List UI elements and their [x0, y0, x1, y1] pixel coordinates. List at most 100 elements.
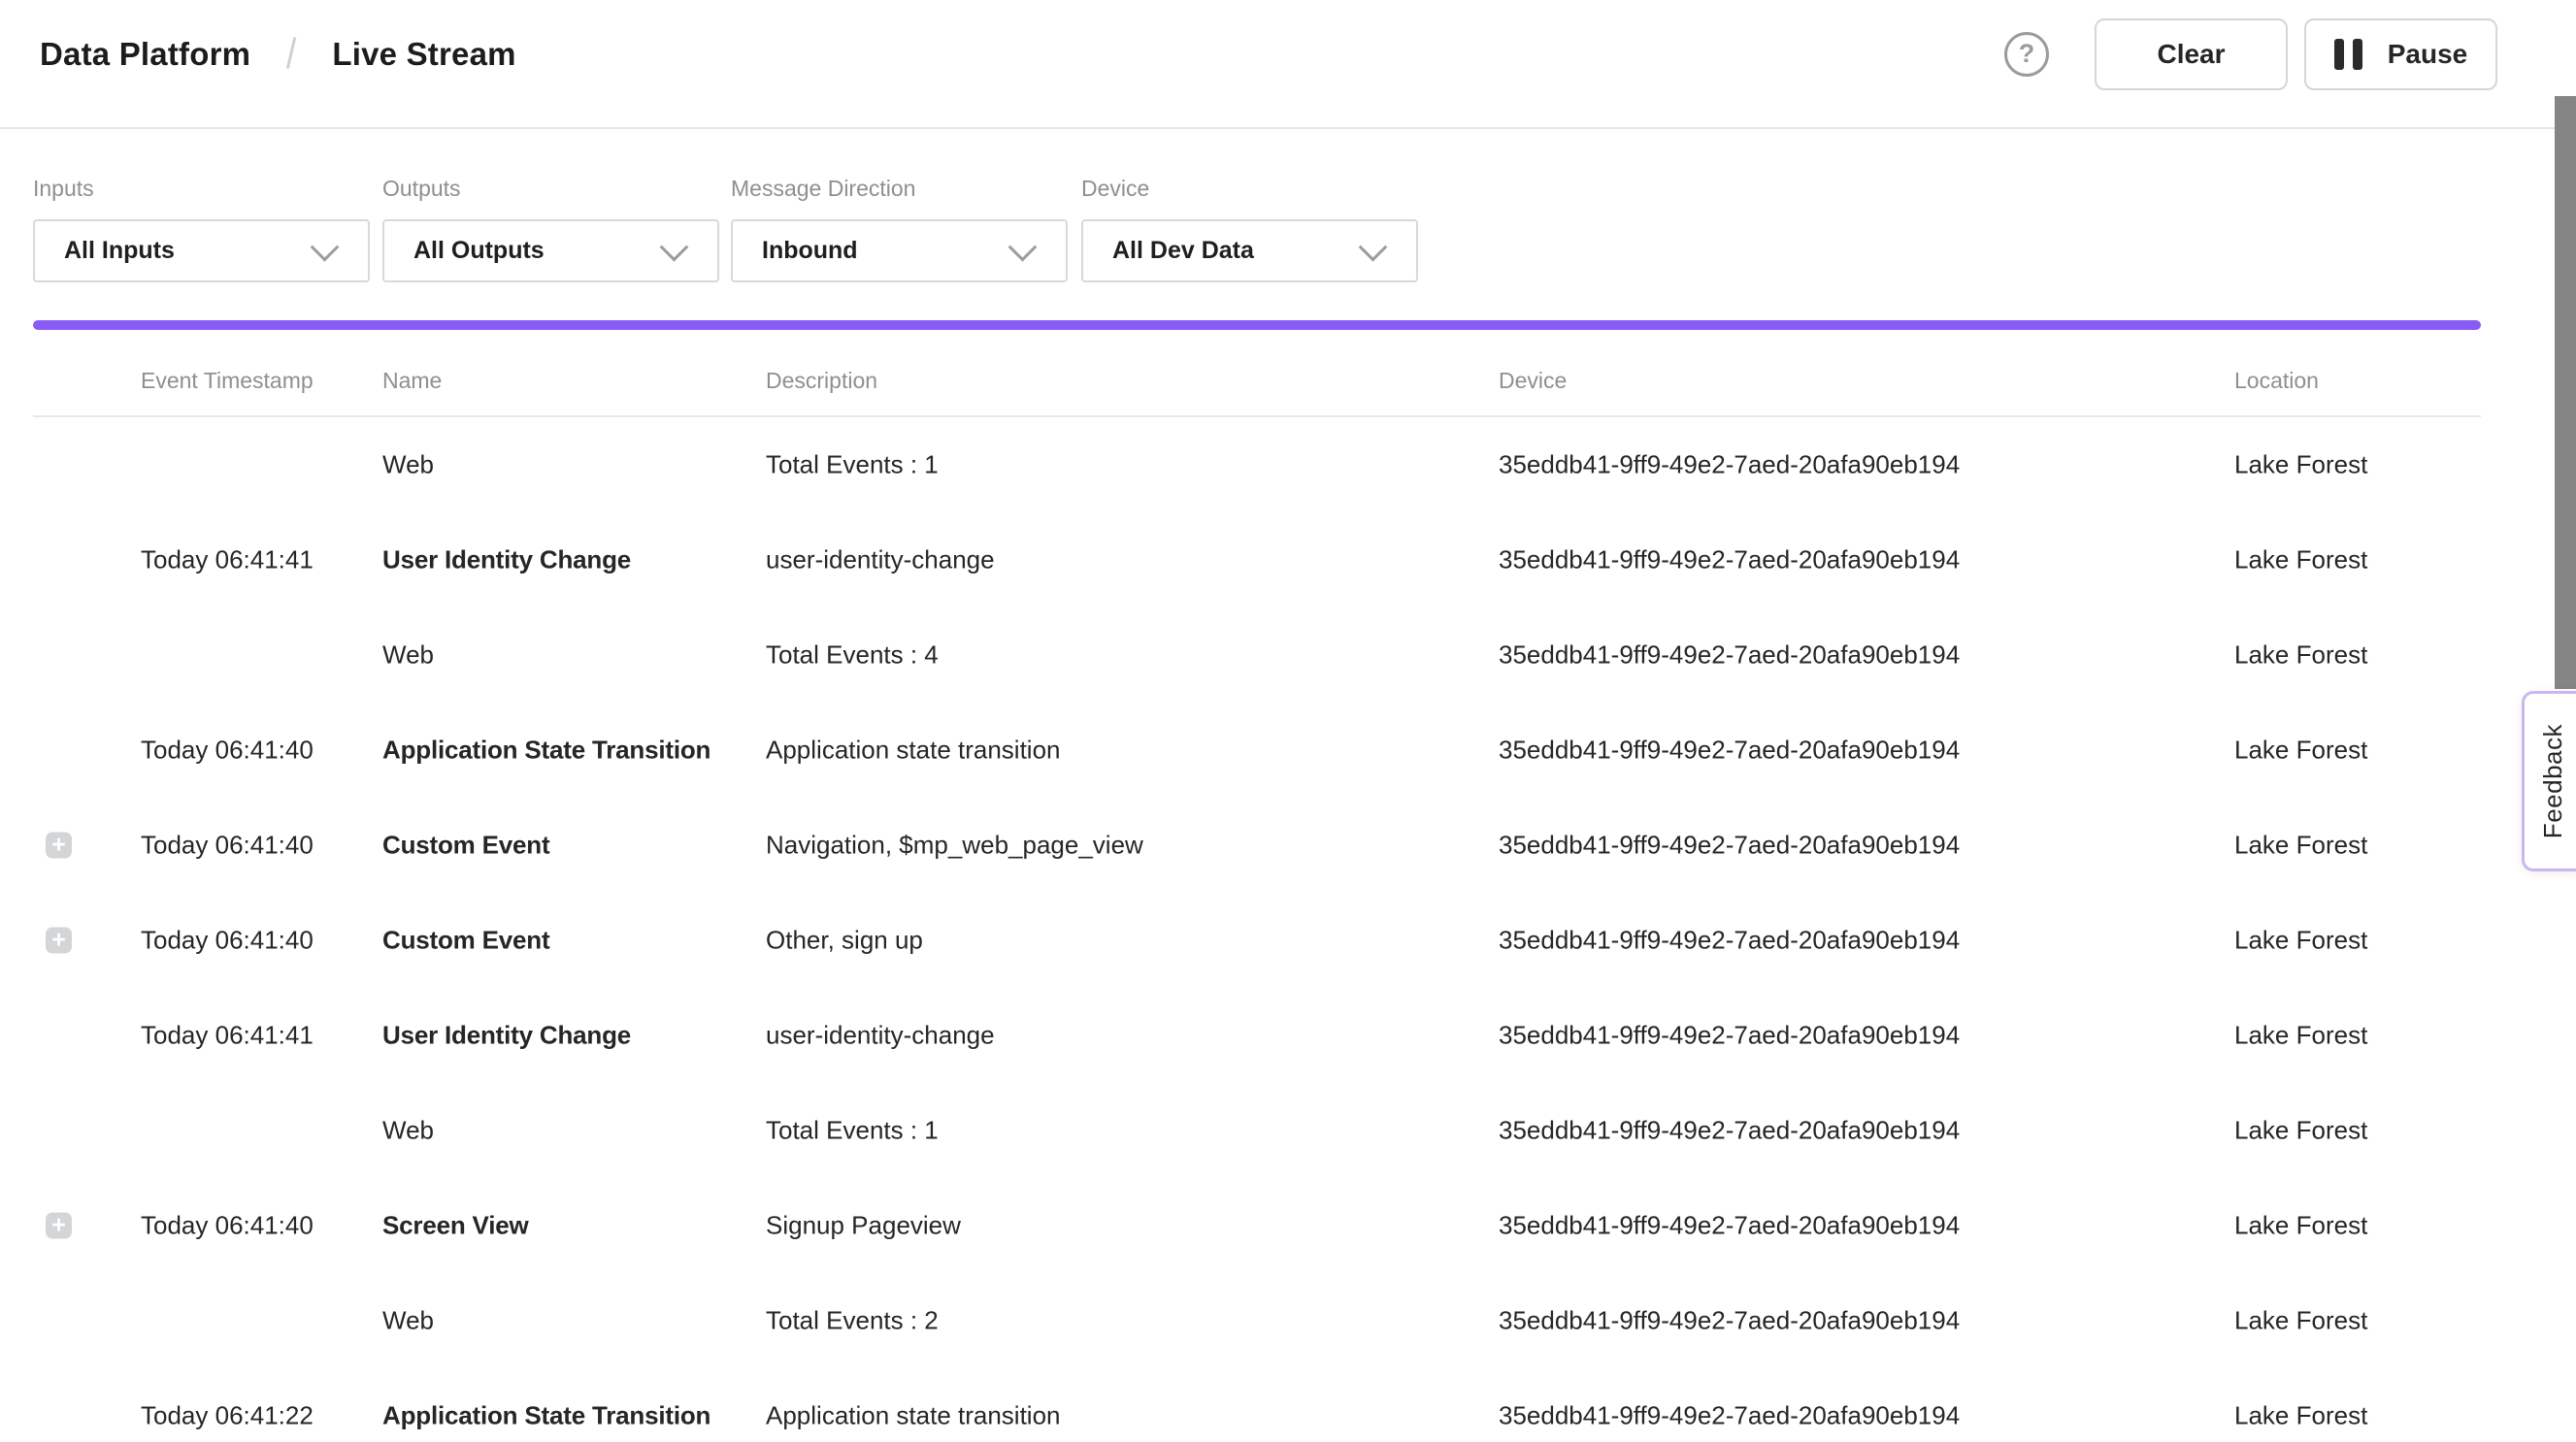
event-timestamp: Today 06:41:40 [141, 926, 374, 956]
pause-button-label: Pause [2388, 39, 2468, 70]
event-name: Application State Transition [382, 736, 759, 766]
event-description: Total Events : 1 [766, 1116, 1492, 1146]
event-timestamp: Today 06:41:40 [141, 831, 374, 861]
filter-group-outputs: Outputs All Outputs [382, 178, 719, 282]
pause-button[interactable]: Pause [2304, 18, 2497, 90]
feedback-tab[interactable]: Feedback [2522, 691, 2576, 871]
inputs-select-value: All Inputs [64, 237, 175, 265]
event-description: Total Events : 1 [766, 450, 1492, 480]
event-location: Lake Forest [2234, 1401, 2564, 1431]
table-row[interactable]: + Today 06:41:40 Custom Event Navigation… [0, 798, 2576, 893]
table-row[interactable]: Web Total Events : 2 35eddb41-9ff9-49e2-… [0, 1273, 2576, 1368]
event-location: Lake Forest [2234, 736, 2564, 766]
event-description: Application state transition [766, 1401, 1492, 1431]
breadcrumb: Data Platform / Live Stream [40, 30, 516, 79]
help-icon-glyph: ? [2019, 39, 2035, 69]
table-row[interactable]: + Today 06:41:40 Custom Event Other, sig… [0, 893, 2576, 988]
message-direction-select[interactable]: Inbound [731, 219, 1068, 282]
event-name: Web [382, 1306, 759, 1336]
message-direction-select-value: Inbound [762, 237, 858, 265]
event-name: Screen View [382, 1211, 759, 1241]
accent-bar [33, 320, 2481, 330]
event-device: 35eddb41-9ff9-49e2-7aed-20afa90eb194 [1499, 1401, 2227, 1431]
table-row[interactable]: Today 06:41:41 User Identity Change user… [0, 988, 2576, 1083]
event-timestamp: Today 06:41:40 [141, 1211, 374, 1241]
event-name: Web [382, 450, 759, 480]
pause-icon [2334, 39, 2362, 70]
column-header-device: Device [1499, 346, 1567, 415]
table-row[interactable]: Today 06:41:40 Application State Transit… [0, 703, 2576, 798]
event-device: 35eddb41-9ff9-49e2-7aed-20afa90eb194 [1499, 545, 2227, 575]
event-description: Signup Pageview [766, 1211, 1492, 1241]
filter-label-message-direction: Message Direction [731, 178, 1068, 200]
column-header-name: Name [382, 346, 442, 415]
device-select[interactable]: All Dev Data [1081, 219, 1418, 282]
inputs-select[interactable]: All Inputs [33, 219, 370, 282]
event-timestamp: Today 06:41:22 [141, 1401, 374, 1431]
event-device: 35eddb41-9ff9-49e2-7aed-20afa90eb194 [1499, 926, 2227, 956]
event-description: Total Events : 2 [766, 1306, 1492, 1336]
filter-label-inputs: Inputs [33, 178, 370, 200]
event-device: 35eddb41-9ff9-49e2-7aed-20afa90eb194 [1499, 640, 2227, 671]
clear-button[interactable]: Clear [2095, 18, 2288, 90]
event-name: Web [382, 1116, 759, 1146]
header-actions: ? Clear Pause [2004, 18, 2497, 90]
expand-plus-icon[interactable]: + [46, 1213, 72, 1239]
event-location: Lake Forest [2234, 831, 2564, 861]
event-location: Lake Forest [2234, 926, 2564, 956]
scrollbar-thumb[interactable] [2555, 96, 2576, 689]
event-device: 35eddb41-9ff9-49e2-7aed-20afa90eb194 [1499, 831, 2227, 861]
filter-label-device: Device [1081, 178, 1418, 200]
column-header-location: Location [2234, 346, 2319, 415]
event-device: 35eddb41-9ff9-49e2-7aed-20afa90eb194 [1499, 1116, 2227, 1146]
event-name: Custom Event [382, 831, 759, 861]
event-device: 35eddb41-9ff9-49e2-7aed-20afa90eb194 [1499, 1306, 2227, 1336]
breadcrumb-section[interactable]: Data Platform [40, 36, 250, 73]
event-description: user-identity-change [766, 545, 1492, 575]
table-row[interactable]: Today 06:41:22 Application State Transit… [0, 1368, 2576, 1442]
expand-plus-icon[interactable]: + [46, 928, 72, 954]
filter-label-outputs: Outputs [382, 178, 719, 200]
help-icon[interactable]: ? [2004, 32, 2049, 77]
table-body: Web Total Events : 1 35eddb41-9ff9-49e2-… [0, 417, 2576, 1442]
event-device: 35eddb41-9ff9-49e2-7aed-20afa90eb194 [1499, 736, 2227, 766]
event-name: User Identity Change [382, 1021, 759, 1051]
event-location: Lake Forest [2234, 1211, 2564, 1241]
filter-group-message-direction: Message Direction Inbound [731, 178, 1068, 282]
table-row[interactable]: Today 06:41:41 User Identity Change user… [0, 512, 2576, 607]
event-name: Application State Transition [382, 1401, 759, 1431]
table-header: Event Timestamp Name Description Device … [0, 346, 2576, 415]
table-row[interactable]: Web Total Events : 4 35eddb41-9ff9-49e2-… [0, 607, 2576, 703]
event-name: User Identity Change [382, 545, 759, 575]
filter-group-device: Device All Dev Data [1081, 178, 1418, 282]
event-description: Total Events : 4 [766, 640, 1492, 671]
table-row[interactable]: + Today 06:41:40 Screen View Signup Page… [0, 1178, 2576, 1273]
event-location: Lake Forest [2234, 1021, 2564, 1051]
event-description: Navigation, $mp_web_page_view [766, 831, 1492, 861]
table-row[interactable]: Web Total Events : 1 35eddb41-9ff9-49e2-… [0, 1083, 2576, 1178]
event-description: Application state transition [766, 736, 1492, 766]
event-location: Lake Forest [2234, 1116, 2564, 1146]
event-device: 35eddb41-9ff9-49e2-7aed-20afa90eb194 [1499, 1021, 2227, 1051]
event-location: Lake Forest [2234, 450, 2564, 480]
event-description: Other, sign up [766, 926, 1492, 956]
event-location: Lake Forest [2234, 1306, 2564, 1336]
top-header: Data Platform / Live Stream ? Clear Paus… [0, 0, 2576, 129]
event-name: Web [382, 640, 759, 671]
breadcrumb-separator-icon: / [286, 30, 296, 79]
event-timestamp: Today 06:41:41 [141, 1021, 374, 1051]
expand-plus-icon[interactable]: + [46, 833, 72, 859]
device-select-value: All Dev Data [1112, 237, 1254, 265]
outputs-select[interactable]: All Outputs [382, 219, 719, 282]
breadcrumb-current: Live Stream [332, 36, 515, 73]
event-timestamp: Today 06:41:41 [141, 545, 374, 575]
column-header-description: Description [766, 346, 877, 415]
event-timestamp: Today 06:41:40 [141, 736, 374, 766]
chevron-down-icon [1359, 232, 1388, 261]
event-name: Custom Event [382, 926, 759, 956]
table-row[interactable]: Web Total Events : 1 35eddb41-9ff9-49e2-… [0, 417, 2576, 512]
event-location: Lake Forest [2234, 545, 2564, 575]
filter-group-inputs: Inputs All Inputs [33, 178, 370, 282]
event-description: user-identity-change [766, 1021, 1492, 1051]
column-header-event-timestamp: Event Timestamp [141, 346, 314, 415]
